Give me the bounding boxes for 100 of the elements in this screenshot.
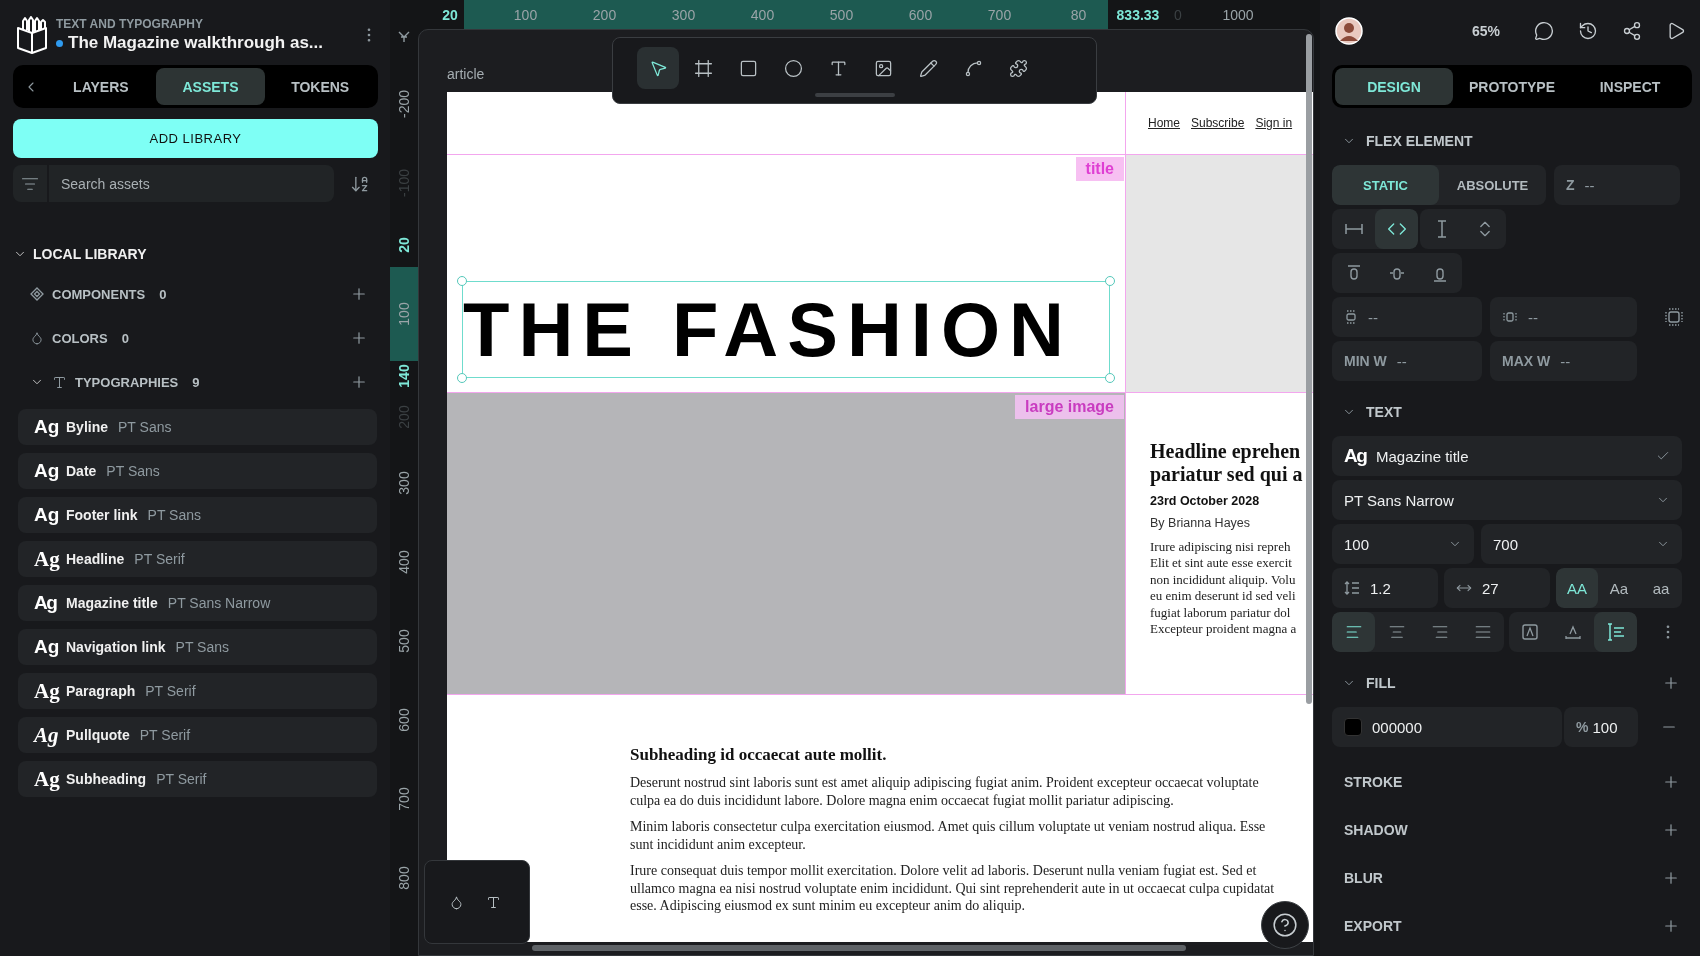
text-case-option[interactable]: Aa [1598,568,1640,608]
panel-tab[interactable]: PROTOTYPE [1453,68,1571,105]
font-size-select[interactable]: 100 [1332,524,1474,564]
text-icon[interactable] [486,894,501,910]
panel-tab[interactable]: LAYERS [46,68,156,105]
typography-sample: Ag [34,636,56,658]
typography-item[interactable]: Ag Paragraph PT Serif [18,673,377,709]
ruler-label: 700 [396,786,412,811]
section-title: TEXT [1366,404,1403,420]
project-name[interactable]: The Magazine walkthrough as... [68,33,324,53]
typography-item[interactable]: Ag Date PT Sans [18,453,377,489]
ruler-label: 400 [750,6,775,23]
ruler-label: 600 [396,707,412,732]
z-index-field[interactable]: Z -- [1554,165,1680,205]
typography-name: Headline [66,551,125,567]
text-icon [52,374,67,390]
resize-handle[interactable] [1105,373,1115,383]
add-icon[interactable] [1662,917,1680,935]
article-headline: Headline eprehen [1150,440,1302,463]
typography-item[interactable]: Ag Footer link PT Sans [18,497,377,533]
zoom-level[interactable]: 65% [1471,22,1500,39]
image-icon [873,58,893,78]
resize-handle[interactable] [457,373,467,383]
ruler-label: 600 [908,6,933,23]
text-align-option[interactable] [1332,612,1375,652]
line-height-field[interactable]: 1.2 [1332,568,1438,608]
nav-link[interactable]: Subscribe [1191,116,1245,154]
size-limit-field[interactable]: MIN W -- [1332,341,1482,381]
panel-tab[interactable]: TOKENS [265,68,375,105]
droplet-icon [30,331,44,345]
panel-tab[interactable]: ASSETS [155,68,266,105]
ruler-label: 300 [671,6,696,23]
droplet-icon[interactable] [449,894,464,910]
add-icon[interactable] [1662,869,1680,887]
project-section: TEXT AND TYPOGRAPHY [56,17,352,31]
typography-item[interactable]: Ag Headline PT Serif [18,541,377,577]
resize-handle[interactable] [1105,276,1115,286]
add-icon[interactable] [1662,773,1680,791]
opacity-field[interactable]: % 100 [1564,707,1638,747]
vertical-margin-icon [1344,309,1358,325]
typography-select[interactable]: Ag Magazine title [1332,436,1682,476]
article-text: Elit et sint aute esse exercit [1150,555,1293,572]
size-limit-field[interactable]: MAX W -- [1490,341,1637,381]
group-label[interactable]: TYPOGRAPHIES [75,374,179,390]
ruler-label: 200 [592,6,617,23]
add-icon[interactable] [1662,674,1680,692]
position-option[interactable]: STATIC [1332,165,1439,205]
text-option[interactable] [1594,612,1637,652]
magazine-title[interactable]: THE FASHION [463,291,1073,368]
font-weight-select[interactable]: 700 [1481,524,1682,564]
panel-tab[interactable]: DESIGN [1335,68,1453,105]
add-icon[interactable] [1662,821,1680,839]
text-case-option[interactable]: aa [1640,568,1682,608]
ruler-label: 833.33 [1116,6,1160,23]
tool-button[interactable] [637,47,679,89]
align-justify-icon [1473,623,1492,641]
typography-item[interactable]: Ag Pullquote PT Serif [18,717,377,753]
vertical-scrollbar[interactable] [1306,34,1312,704]
sizing-option[interactable] [1375,209,1418,249]
group-count: 0 [121,330,130,346]
typography-item[interactable]: Ag Navigation link PT Sans [18,629,377,665]
typography-font: PT Sans [118,419,172,435]
margin-field[interactable]: -- [1490,297,1637,337]
typography-item[interactable]: Ag Magazine title PT Sans Narrow [18,585,377,621]
horizontal-scrollbar[interactable] [532,945,1186,951]
typography-name: Navigation link [66,639,166,655]
color-swatch[interactable] [1344,718,1362,736]
panel-tab[interactable]: INSPECT [1571,68,1689,105]
margin-field[interactable]: -- [1332,297,1482,337]
ruler-label: 300 [396,470,412,495]
letter-spacing-field[interactable]: 27 [1444,568,1550,608]
comment-icon[interactable] [1534,20,1554,41]
typography-item[interactable]: Ag Subheading PT Serif [18,761,377,797]
add-icon[interactable] [350,285,368,303]
share-icon[interactable] [1622,20,1642,41]
fill-color-field[interactable]: 000000 [1332,707,1562,747]
position-option[interactable]: ABSOLUTE [1439,165,1546,205]
typography-item[interactable]: Ag Byline PT Sans [18,409,377,445]
avatar[interactable] [1335,16,1363,45]
add-icon[interactable] [350,329,368,347]
text-case-option[interactable]: AA [1556,568,1598,608]
group-label[interactable]: COLORS [52,330,108,346]
typography-font: PT Serif [156,771,207,787]
ruler-corner-icon[interactable] [398,31,410,43]
section-title: STROKE [1344,774,1404,790]
resize-handle[interactable] [457,276,467,286]
nav-link[interactable]: Sign in [1255,116,1293,154]
ruler-label: -200 [396,89,412,118]
add-icon[interactable] [350,373,368,391]
nav-link[interactable]: Home [1148,116,1180,154]
logo-icon[interactable] [16,16,48,54]
add-library-button[interactable]: ADD LIBRARY [13,119,378,158]
typography-sample: Ag [34,592,56,614]
drag-handle[interactable] [814,93,895,97]
paragraph: Deserunt nostrud sint laboris sunt est amet aliquip adipiscing fugiat anim. Proident excepteur occaecat voluptate culpa ea do duis incididunt labore. Dolore magna enim occaecat fugiat mollit pariatur adipiscing. [630,774,1260,809]
library-title[interactable]: LOCAL LIBRARY [33,246,147,262]
history-icon[interactable] [1578,20,1598,41]
font-family-select[interactable]: PT Sans Narrow [1332,480,1682,520]
group-label[interactable]: COMPONENTS [52,286,146,302]
margin-options-icon[interactable] [1664,307,1684,327]
